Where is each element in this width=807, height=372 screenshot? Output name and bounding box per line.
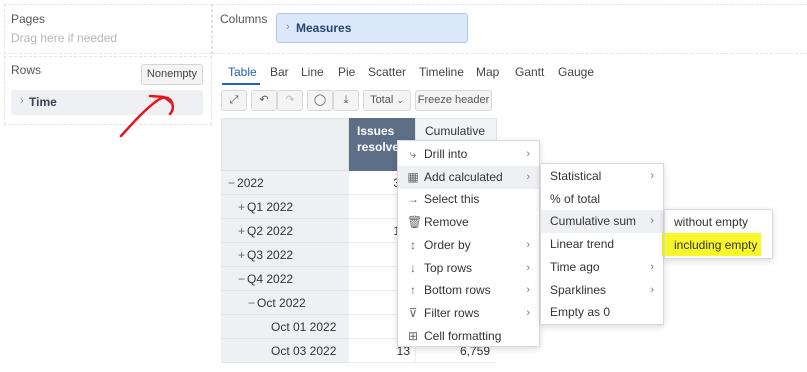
- annotation-arrow: [119, 94, 175, 138]
